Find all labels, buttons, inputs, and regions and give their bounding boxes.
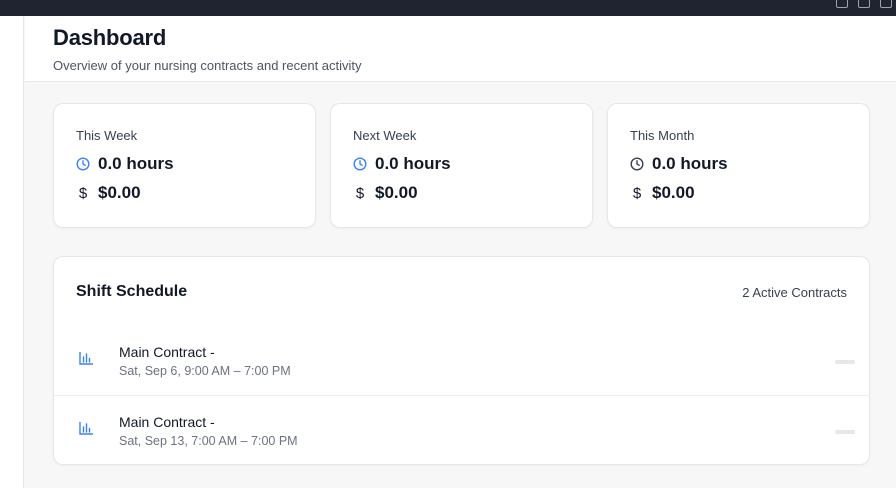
shift-status-badge [835,360,855,364]
stat-amount-row: $ $0.00 [630,183,695,203]
window-topbar [0,0,896,16]
stat-label: This Month [630,128,695,143]
shift-row[interactable]: Main Contract - Sat, Sep 13, 7:00 AM – 7… [54,396,869,466]
shift-schedule-card: Shift Schedule 2 Active Contracts Main C… [53,256,870,465]
dollar-icon: $ [78,184,88,202]
stat-hours-row: 0.0 hours [76,154,174,174]
sidebar [0,16,24,488]
window-icon-2[interactable] [858,0,870,8]
stat-hours-row: 0.0 hours [353,154,451,174]
stat-amount-row: $ $0.00 [76,183,141,203]
shift-title: Main Contract - [119,344,215,360]
active-contracts-count: 2 Active Contracts [742,285,847,300]
bar-chart-icon [78,350,94,366]
clock-icon [630,157,644,171]
schedule-title: Shift Schedule [76,283,188,300]
page-header: Dashboard Overview of your nursing contr… [25,16,896,82]
page-title: Dashboard [53,25,167,50]
topbar-icons [836,0,896,10]
dollar-icon: $ [632,184,642,202]
shift-status-badge [835,430,855,434]
stat-hours-value: 0.0 hours [98,154,174,173]
shift-row[interactable]: Main Contract - Sat, Sep 6, 9:00 AM – 7:… [54,326,869,396]
stat-hours-row: 0.0 hours [630,154,728,174]
stat-card-next-week: Next Week 0.0 hours $ $0.00 [330,103,593,228]
dollar-icon: $ [355,184,365,202]
clock-icon [353,157,367,171]
stat-hours-value: 0.0 hours [375,154,451,173]
page-subtitle: Overview of your nursing contracts and r… [53,58,362,73]
stat-label: This Week [76,128,138,143]
bar-chart-icon [78,420,94,436]
shift-time: Sat, Sep 6, 9:00 AM – 7:00 PM [119,364,291,378]
stat-amount-value: $0.00 [652,183,695,202]
clock-icon [76,157,90,171]
stat-amount-row: $ $0.00 [353,183,418,203]
shift-title: Main Contract - [119,414,215,430]
stat-amount-value: $0.00 [98,183,141,202]
shift-time: Sat, Sep 13, 7:00 AM – 7:00 PM [119,434,298,448]
stat-amount-value: $0.00 [375,183,418,202]
stat-card-this-month: This Month 0.0 hours $ $0.00 [607,103,870,228]
window-icon-1[interactable] [836,0,848,8]
window-icon-3[interactable] [880,0,892,8]
stat-label: Next Week [353,128,417,143]
stat-card-this-week: This Week 0.0 hours $ $0.00 [53,103,316,228]
stat-hours-value: 0.0 hours [652,154,728,173]
